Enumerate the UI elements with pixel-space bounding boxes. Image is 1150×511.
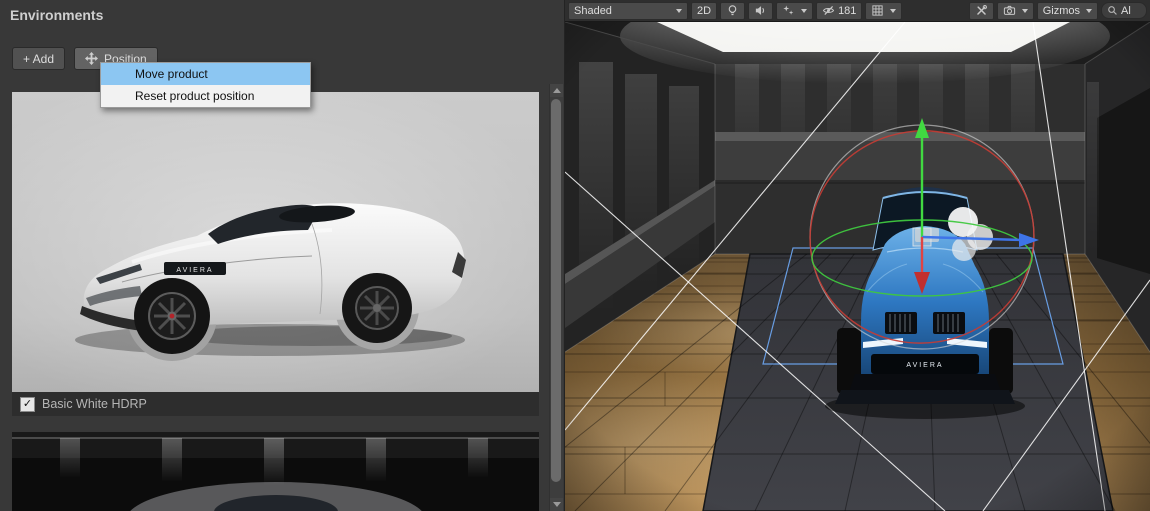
gizmos-dropdown[interactable]: Gizmos	[1037, 2, 1098, 20]
chevron-down-icon	[890, 9, 896, 13]
toggle-2d-label: 2D	[697, 5, 711, 17]
scroll-up-icon	[553, 88, 561, 93]
panel-scrollbar[interactable]	[549, 84, 563, 511]
camera-settings-dropdown[interactable]	[997, 2, 1034, 20]
editor-tools-button[interactable]	[969, 2, 994, 20]
search-icon	[1107, 5, 1118, 16]
tools-icon	[975, 4, 988, 17]
scene-visibility-button[interactable]: 181	[816, 2, 862, 20]
shading-mode-label: Shaded	[574, 5, 612, 17]
front-wheel	[134, 278, 210, 354]
camera-icon	[1003, 4, 1016, 17]
chevron-down-icon	[801, 9, 807, 13]
rear-wheel	[342, 273, 412, 343]
grid-icon	[871, 4, 884, 17]
environment-checkbox[interactable]	[20, 397, 35, 412]
menu-item-move-product[interactable]: Move product	[101, 63, 310, 85]
scene-viewport[interactable]: AVIERA	[565, 22, 1150, 511]
menu-item-reset-product-position[interactable]: Reset product position	[101, 85, 310, 107]
scene-view: Shaded 2D	[565, 0, 1150, 511]
environment-thumbnail-dark-garage	[12, 432, 539, 511]
effects-sparkles-icon	[782, 4, 795, 17]
scene-audio-button[interactable]	[748, 2, 773, 20]
chevron-down-icon	[1022, 9, 1028, 13]
scrollbar-down-button[interactable]	[550, 498, 563, 511]
toggle-2d-button[interactable]: 2D	[691, 2, 717, 20]
chevron-down-icon	[1086, 9, 1092, 13]
lightbulb-icon	[726, 4, 739, 17]
add-environment-button[interactable]: + Add	[12, 47, 65, 70]
move-icon	[85, 52, 98, 65]
environments-panel: Environments + Add Position Move product…	[0, 0, 565, 511]
scroll-down-icon	[553, 502, 561, 507]
white-car-render: AVIERA	[12, 92, 539, 392]
scene-lighting-button[interactable]	[720, 2, 745, 20]
gizmos-label: Gizmos	[1043, 5, 1080, 17]
eye-slash-icon	[822, 4, 835, 17]
scene-effects-dropdown[interactable]	[776, 2, 813, 20]
environment-label-bar: Basic White HDRP	[12, 392, 539, 416]
hidden-object-count: 181	[838, 5, 856, 17]
grid-settings-dropdown[interactable]	[865, 2, 902, 20]
position-context-menu: Move product Reset product position	[100, 62, 311, 108]
environment-card-basic-white[interactable]: AVIERA	[12, 92, 539, 416]
environment-thumbnail-car: AVIERA	[12, 92, 539, 392]
shading-mode-dropdown[interactable]: Shaded	[568, 2, 688, 20]
environment-card-2[interactable]	[12, 432, 539, 511]
search-value: Al	[1121, 5, 1131, 17]
scrollbar-up-button[interactable]	[550, 84, 563, 97]
speaker-icon	[754, 4, 767, 17]
scene-view-toolbar: Shaded 2D	[565, 0, 1150, 22]
thumbnail-car-badge-text: AVIERA	[176, 267, 213, 274]
scene-render: AVIERA	[565, 22, 1150, 511]
app-window: Environments + Add Position Move product…	[0, 0, 1150, 511]
scene-search-field[interactable]: Al	[1101, 2, 1147, 19]
vignette	[565, 22, 1150, 511]
panel-title: Environments	[10, 7, 103, 23]
scrollbar-thumb[interactable]	[551, 99, 561, 482]
environment-label: Basic White HDRP	[42, 397, 147, 411]
chevron-down-icon	[676, 9, 682, 13]
add-button-label: + Add	[23, 52, 54, 66]
